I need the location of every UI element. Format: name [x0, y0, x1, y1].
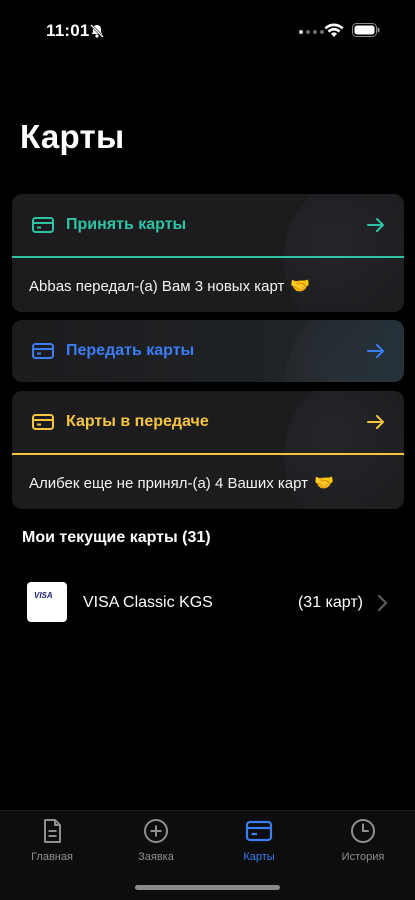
chevron-right-icon: [377, 594, 388, 612]
current-cards-heading: Мои текущие карты (31): [22, 529, 211, 546]
give-cards-label: Передать карты: [66, 342, 195, 359]
tab-home[interactable]: Главная: [12, 817, 92, 863]
tab-home-label: Главная: [31, 851, 73, 863]
bell-muted-icon: [90, 24, 104, 38]
tab-history-label: История: [341, 851, 385, 863]
card-icon: [245, 820, 273, 842]
visa-card-thumbnail: VISA: [27, 582, 67, 622]
handshake-icon: 🤝: [314, 475, 334, 492]
card-icon: [32, 414, 54, 430]
card-icon: [32, 217, 54, 233]
accept-note-text: Abbas передал-(а) Вам 3 новых карт: [29, 277, 285, 295]
transfer-note-text: Алибек еще не принял-(а) 4 Ваших карт: [29, 474, 309, 492]
wifi-icon: [324, 23, 344, 37]
accept-note: Abbas передал-(а) Вам 3 новых карт 🤝: [12, 258, 404, 312]
transfer-note: Алибек еще не принял-(а) 4 Ваших карт 🤝: [12, 455, 404, 509]
cards-in-transfer-card[interactable]: Карты в передаче Алибек еще не принял-(а…: [12, 391, 404, 509]
home-indicator: [135, 885, 280, 890]
card-product-name: VISA Classic KGS: [83, 594, 213, 611]
card-count: (31 карт): [297, 594, 363, 611]
tab-request[interactable]: Заявка: [116, 817, 196, 863]
accept-cards-label: Принять карты: [66, 216, 187, 233]
visa-logo: VISA: [34, 591, 53, 600]
cards-in-transfer-label: Карты в передаче: [66, 413, 209, 430]
card-icon: [32, 343, 54, 359]
tab-history[interactable]: История: [323, 817, 403, 863]
status-time: 11:01: [46, 21, 90, 40]
arrow-right-icon: [367, 415, 384, 429]
handshake-icon: 🤝: [290, 278, 311, 295]
arrow-right-icon: [367, 344, 384, 358]
give-cards-card[interactable]: Передать карты: [12, 320, 404, 382]
arrow-right-icon: [367, 218, 384, 232]
tab-cards[interactable]: Карты: [219, 817, 299, 863]
clock-icon: [351, 819, 375, 843]
accept-cards-button[interactable]: Принять карты: [12, 194, 404, 256]
page-title: Карты: [20, 118, 125, 155]
accept-cards-card[interactable]: Принять карты Abbas передал-(а) Вам 3 но…: [12, 194, 404, 312]
give-cards-button[interactable]: Передать карты: [12, 320, 404, 382]
signal-dots-icon: [299, 30, 324, 34]
card-list-item[interactable]: VISA VISA Classic KGS (31 карт): [0, 574, 415, 630]
battery-icon: [352, 23, 380, 37]
status-bar: 11:01: [0, 0, 415, 58]
tab-request-label: Заявка: [138, 851, 174, 863]
document-icon: [44, 819, 61, 843]
plus-circle-icon: [144, 819, 168, 843]
tab-cards-label: Карты: [243, 851, 275, 863]
cards-in-transfer-button[interactable]: Карты в передаче: [12, 391, 404, 453]
